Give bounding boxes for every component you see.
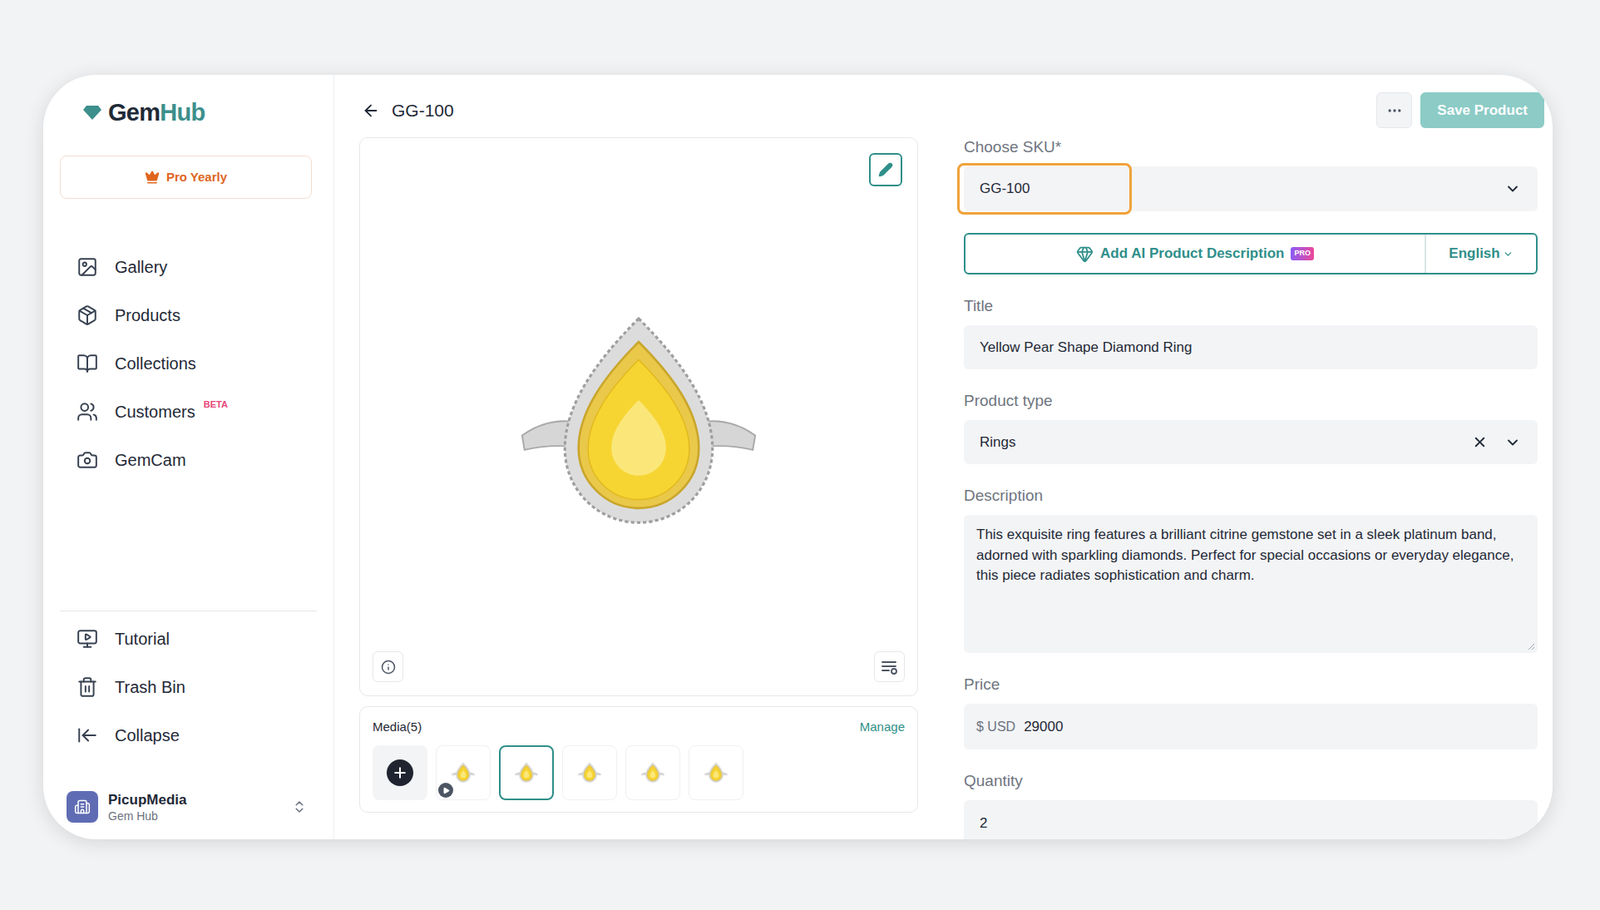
product-image — [518, 314, 760, 533]
media-column: Media(5) Manage — [359, 137, 919, 840]
product-form: Choose SKU*GG-100Add AI Product Descript… — [963, 137, 1538, 840]
quantity-input[interactable]: 2 — [963, 800, 1538, 840]
nav-icon — [76, 400, 99, 423]
gem-icon — [1076, 245, 1094, 263]
logo[interactable]: GemHub — [43, 74, 334, 125]
account-org: Gem Hub — [108, 808, 282, 824]
settings-button[interactable] — [874, 651, 905, 682]
nav-icon — [76, 304, 99, 326]
sku-group: Choose SKU* GG-100 — [963, 137, 1538, 212]
main: GG-100 Save Product Media(5) Manage Choose S… — [334, 74, 1553, 840]
beta-badge: BETA — [203, 397, 228, 412]
page-title: GG-100 — [391, 97, 455, 124]
description-textarea[interactable]: This exquisite ring features a brilliant… — [963, 514, 1538, 653]
pencil-icon — [878, 162, 894, 178]
sidebar: GemHub Pro Yearly GalleryProductsCollectio… — [43, 74, 335, 840]
field-label: Product type — [963, 390, 1538, 411]
account-name: PicupMedia — [108, 790, 282, 809]
edit-button[interactable] — [869, 153, 903, 187]
description-group: Description This exquisite ring features … — [963, 485, 1538, 653]
sku-select[interactable]: GG-100 — [963, 166, 1538, 212]
title-group: Title Yellow Pear Shape Diamond Ring — [963, 296, 1538, 370]
header: GG-100 Save Product — [359, 92, 1545, 129]
footer-icon — [76, 627, 99, 650]
play-icon — [442, 786, 450, 795]
image-preview — [359, 137, 919, 697]
media-thumbnail[interactable] — [435, 745, 491, 800]
footer-icon — [76, 676, 99, 698]
nav-icon — [76, 449, 99, 471]
page: GemHub Pro Yearly GalleryProductsCollectio… — [0, 0, 1600, 910]
currency-label: $ USD — [976, 716, 1016, 737]
language-select[interactable]: English — [1424, 234, 1536, 273]
list-settings-icon — [880, 658, 899, 676]
sku-highlight — [957, 162, 1132, 215]
price-group: Price $ USD29000 — [963, 674, 1538, 750]
thumbnail-image — [641, 761, 665, 784]
nav-icon — [76, 256, 99, 278]
chevron-down-icon — [1504, 434, 1521, 451]
sidebar-item[interactable]: GemCam — [43, 435, 334, 484]
media-label: Media(5) — [372, 718, 422, 736]
field-label: Description — [963, 485, 1538, 506]
media-thumbnail[interactable] — [625, 745, 681, 800]
field-label: Choose SKU* — [963, 137, 1538, 158]
sidebar-footer-item[interactable]: Trash Bin — [43, 662, 334, 712]
account-avatar — [66, 790, 99, 823]
media-thumbnail[interactable] — [498, 745, 554, 800]
content: Media(5)ManageChoose SKU*GG-100Add AI Pr… — [359, 137, 1545, 840]
field-label: Title — [963, 296, 1538, 317]
product-type-select[interactable]: Rings — [963, 419, 1538, 465]
sidebar-separator — [59, 610, 317, 612]
media-thumbnail[interactable] — [688, 745, 744, 800]
crown-icon — [144, 169, 160, 185]
sidebar-footer-item[interactable]: Tutorial — [43, 614, 334, 663]
thumbnail-row — [372, 745, 905, 800]
resize-handle-icon[interactable] — [1527, 642, 1536, 651]
sidebar-item[interactable]: CustomersBETA — [43, 387, 334, 436]
sidebar-item[interactable]: Products — [43, 291, 334, 340]
quantity-group: Quantity 2 — [963, 770, 1538, 840]
nav-icon — [76, 352, 99, 375]
thumbnail-image — [577, 761, 602, 784]
thumbnail-image — [704, 761, 728, 784]
plus-icon — [391, 764, 409, 781]
building-icon — [74, 798, 91, 815]
sidebar-item[interactable]: Gallery — [43, 242, 334, 292]
video-badge — [438, 782, 454, 798]
ai-description-button[interactable]: Add AI Product DescriptionPROEnglish — [963, 232, 1538, 275]
chevrons-icon — [291, 799, 307, 815]
sidebar-item[interactable]: Collections — [43, 339, 334, 388]
sidebar-nav: GalleryProductsCollectionsCustomersBETAG… — [43, 242, 334, 484]
chevron-down-icon — [1502, 248, 1514, 260]
sidebar-footer-item[interactable]: Collapse — [43, 711, 334, 760]
add-media-button[interactable] — [372, 745, 428, 800]
more-button[interactable] — [1376, 92, 1413, 129]
save-button[interactable]: Save Product — [1420, 92, 1545, 129]
field-label: Quantity — [963, 770, 1538, 791]
footer-icon — [76, 724, 99, 746]
pro-badge: PRO — [1290, 246, 1314, 261]
manage-link[interactable]: Manage — [859, 718, 905, 736]
app-window: GemHub Pro Yearly GalleryProductsCollectio… — [43, 74, 1553, 840]
title-input[interactable]: Yellow Pear Shape Diamond Ring — [963, 325, 1538, 370]
info-button[interactable] — [372, 651, 404, 682]
back-arrow-icon[interactable] — [361, 101, 381, 120]
ellipsis-icon — [1386, 102, 1403, 119]
product-type-group: Product type Rings — [963, 390, 1538, 465]
media-thumbnail[interactable] — [562, 745, 618, 800]
info-icon — [380, 659, 396, 675]
plan-button[interactable]: Pro Yearly — [59, 155, 312, 199]
clear-icon[interactable] — [1471, 434, 1488, 450]
thumbnail-image — [451, 761, 475, 784]
field-label: Price — [963, 674, 1538, 695]
account-switcher[interactable]: PicupMediaGem Hub — [59, 782, 317, 831]
diamond-logo-icon — [83, 104, 102, 120]
sidebar-footer: TutorialTrash BinCollapse — [43, 614, 334, 760]
thumbnail-image — [514, 761, 539, 784]
media-panel: Media(5) Manage — [359, 706, 919, 813]
chevron-down-icon — [1504, 180, 1521, 198]
price-input[interactable]: $ USD29000 — [963, 703, 1538, 750]
